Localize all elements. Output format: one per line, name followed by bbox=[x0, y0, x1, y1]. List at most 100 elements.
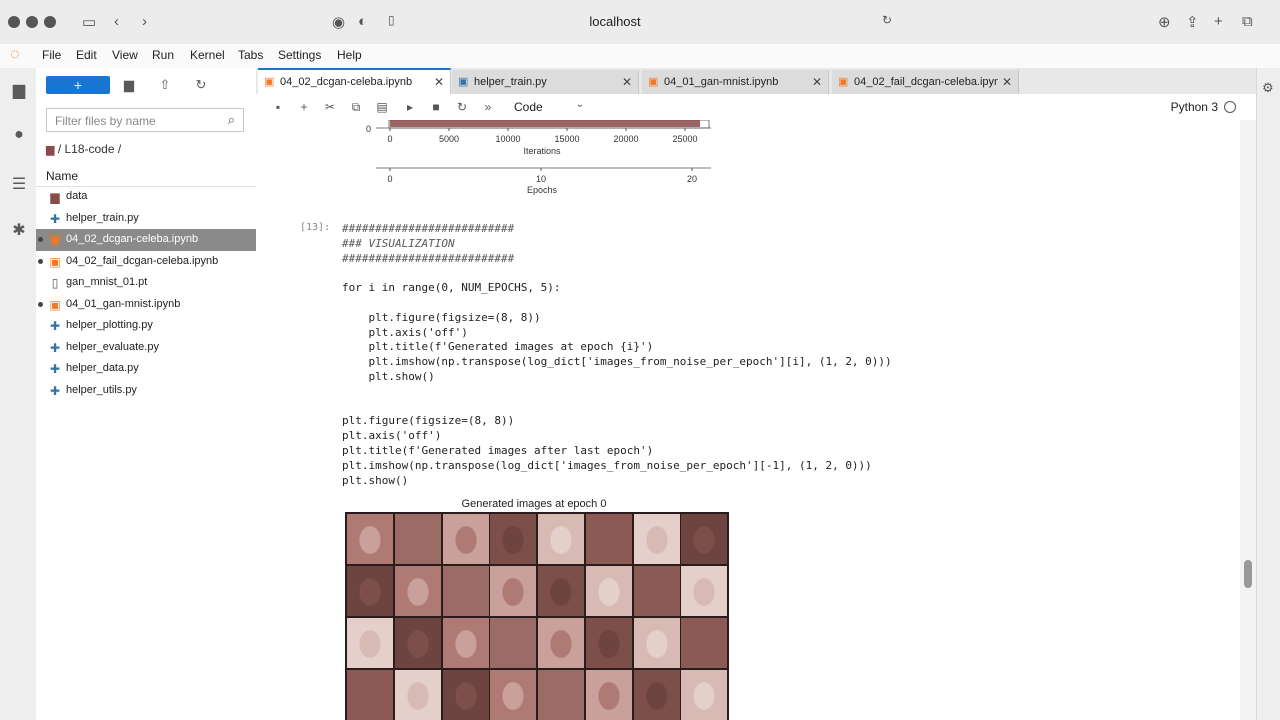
upload-icon[interactable]: ⇧ bbox=[156, 76, 174, 94]
share-icon[interactable]: ⇪ bbox=[1186, 13, 1199, 31]
copy-icon[interactable]: ⧉ bbox=[348, 99, 364, 115]
file-row[interactable]: ✚ helper_utils.py bbox=[36, 380, 256, 402]
python-file-icon: ✚ bbox=[49, 319, 61, 333]
kernel-name[interactable]: Python 3 bbox=[1171, 100, 1218, 114]
file-row[interactable]: ▣ 04_02_dcgan-celeba.ipynb bbox=[36, 229, 256, 251]
menu-view[interactable]: View bbox=[112, 48, 138, 62]
new-launcher-button[interactable]: + bbox=[46, 76, 110, 94]
refresh-icon[interactable]: ↻ bbox=[192, 76, 210, 94]
chevron-down-icon: ⌄ bbox=[575, 99, 584, 110]
name-column-header[interactable]: Name bbox=[36, 166, 256, 187]
folder-icon[interactable]: ▆ bbox=[10, 80, 28, 99]
file-name: gan_mnist_01.pt bbox=[66, 276, 148, 288]
stop-icon[interactable]: ■ bbox=[428, 99, 444, 115]
menu-settings[interactable]: Settings bbox=[278, 48, 321, 62]
restart-icon[interactable]: ↻ bbox=[454, 99, 470, 115]
file-row[interactable]: ✚ helper_evaluate.py bbox=[36, 337, 256, 359]
file-row[interactable]: ✚ helper_train.py bbox=[36, 208, 256, 230]
generated-images-grid bbox=[345, 512, 729, 720]
menu-bar: ◌ File Edit View Run Kernel Tabs Setting… bbox=[0, 44, 1280, 69]
epoch-ticks: 0 10 20 bbox=[387, 168, 697, 184]
run-all-icon[interactable]: » bbox=[480, 99, 496, 115]
generated-image-tile bbox=[490, 514, 537, 564]
code-line: ### VISUALIZATION bbox=[342, 236, 455, 250]
tab-04-01-gan-mnist[interactable]: ▣ 04_01_gan-mnist.ipynb ✕ bbox=[642, 70, 829, 94]
generated-image-tile bbox=[633, 514, 680, 564]
tab-helper-train[interactable]: ▣ helper_train.py ✕ bbox=[452, 70, 639, 94]
menu-file[interactable]: File bbox=[42, 48, 61, 62]
file-row[interactable]: ✚ helper_plotting.py bbox=[36, 315, 256, 337]
document-tab-bar: ▣ 04_02_dcgan-celeba.ipynb ✕ ▣ helper_tr… bbox=[256, 68, 1256, 96]
menu-kernel[interactable]: Kernel bbox=[190, 48, 225, 62]
code-line: for i in range(0, NUM_EPOCHS, 5): bbox=[342, 281, 561, 295]
kernel-status-icon bbox=[1224, 101, 1236, 113]
search-icon: ⌕ bbox=[227, 112, 235, 127]
cut-icon[interactable]: ✂ bbox=[322, 99, 338, 115]
close-icon[interactable]: ✕ bbox=[1002, 75, 1012, 89]
running-kernels-icon[interactable]: ● bbox=[10, 126, 28, 144]
menu-help[interactable]: Help bbox=[337, 48, 362, 62]
filter-files-input[interactable]: Filter files by name ⌕ bbox=[46, 108, 244, 132]
iteration-tick-label: 5000 bbox=[439, 134, 459, 144]
close-icon[interactable]: ✕ bbox=[434, 75, 444, 89]
file-row[interactable]: ▣ 04_02_fail_dcgan-celeba.ipynb bbox=[36, 251, 256, 273]
generated-image-tile bbox=[681, 670, 728, 720]
file-name: helper_data.py bbox=[66, 362, 139, 374]
save-icon[interactable]: ▪ bbox=[270, 99, 286, 115]
python-file-icon: ▣ bbox=[458, 76, 469, 88]
notebook-scrollbar[interactable] bbox=[1240, 120, 1256, 720]
menu-tabs[interactable]: Tabs bbox=[238, 48, 263, 62]
running-indicator-icon bbox=[38, 237, 43, 242]
file-row[interactable]: ▣ 04_01_gan-mnist.ipynb bbox=[36, 294, 256, 316]
close-icon[interactable]: ✕ bbox=[622, 75, 632, 89]
python-file-icon: ✚ bbox=[49, 211, 61, 226]
file-row[interactable]: ▆ data bbox=[36, 186, 256, 208]
close-window-button[interactable] bbox=[8, 16, 20, 28]
generated-image-tile bbox=[633, 670, 680, 720]
minimize-window-button[interactable] bbox=[26, 16, 38, 28]
forward-icon[interactable]: › bbox=[142, 13, 147, 30]
python-file-icon: ✚ bbox=[49, 383, 61, 398]
notebook-icon: ▣ bbox=[49, 297, 61, 312]
code-line: plt.imshow(np.transpose(log_dict['images… bbox=[342, 458, 872, 472]
reload-icon[interactable]: ↻ bbox=[882, 13, 892, 27]
scrollbar-thumb[interactable] bbox=[1244, 560, 1252, 588]
extensions-icon[interactable]: ✱ bbox=[10, 220, 28, 239]
tab-04-02-fail-dcgan-celeba[interactable]: ▣ 04_02_fail_dcgan-celeba.ipynb ✕ bbox=[832, 70, 1019, 94]
download-icon[interactable]: ⊕ bbox=[1158, 13, 1171, 31]
code-line: plt.figure(figsize=(8, 8)) bbox=[342, 414, 515, 428]
sidebar-toggle-icon[interactable]: ▭ bbox=[82, 13, 96, 31]
code-line: plt.imshow(np.transpose(log_dict['images… bbox=[342, 355, 892, 369]
code-line: ########################## bbox=[342, 251, 515, 265]
new-tab-icon[interactable]: + bbox=[1214, 13, 1223, 30]
generated-image-tile bbox=[394, 514, 441, 564]
zoom-window-button[interactable] bbox=[44, 16, 56, 28]
generated-image-tile bbox=[585, 670, 632, 720]
new-folder-icon[interactable]: ▆ bbox=[120, 76, 138, 94]
breadcrumb[interactable]: ▆ / L18-code / bbox=[46, 142, 121, 156]
generated-image-tile bbox=[490, 618, 537, 668]
file-row[interactable]: ✚ helper_data.py bbox=[36, 358, 256, 380]
file-browser: + ▆ ⇧ ↻ Filter files by name ⌕ ▆ / L18-c… bbox=[36, 68, 257, 720]
address-bar[interactable]: ▯ localhost ↻ bbox=[330, 10, 900, 34]
run-icon[interactable]: ▸ bbox=[402, 99, 418, 115]
running-indicator-icon bbox=[38, 258, 43, 264]
loss-trace bbox=[390, 120, 700, 127]
generated-image-tile bbox=[538, 514, 584, 564]
notebook-icon: ▣ bbox=[648, 76, 659, 88]
notebook-panel: 0 0 5000 10000 15000 20000 25000 Iterations 0… bbox=[256, 120, 1240, 720]
insert-cell-icon[interactable]: + bbox=[296, 99, 312, 115]
property-inspector-icon[interactable]: ⚙ bbox=[1262, 80, 1274, 96]
close-icon[interactable]: ✕ bbox=[812, 75, 822, 89]
notebook-icon: ▣ bbox=[49, 254, 61, 269]
cell-type-select[interactable]: Code ⌄ bbox=[512, 98, 586, 116]
paste-icon[interactable]: ▤ bbox=[374, 99, 390, 115]
tab-label: 04_02_fail_dcgan-celeba.ipynb bbox=[854, 76, 998, 88]
menu-run[interactable]: Run bbox=[152, 48, 174, 62]
file-row[interactable]: ▯ gan_mnist_01.pt bbox=[36, 272, 256, 294]
menu-edit[interactable]: Edit bbox=[76, 48, 97, 62]
table-of-contents-icon[interactable]: ☰ bbox=[10, 174, 28, 193]
back-icon[interactable]: ‹ bbox=[114, 13, 119, 30]
tabs-overview-icon[interactable]: ⧉ bbox=[1242, 13, 1253, 30]
tab-04-02-dcgan-celeba[interactable]: ▣ 04_02_dcgan-celeba.ipynb ✕ bbox=[258, 68, 451, 96]
